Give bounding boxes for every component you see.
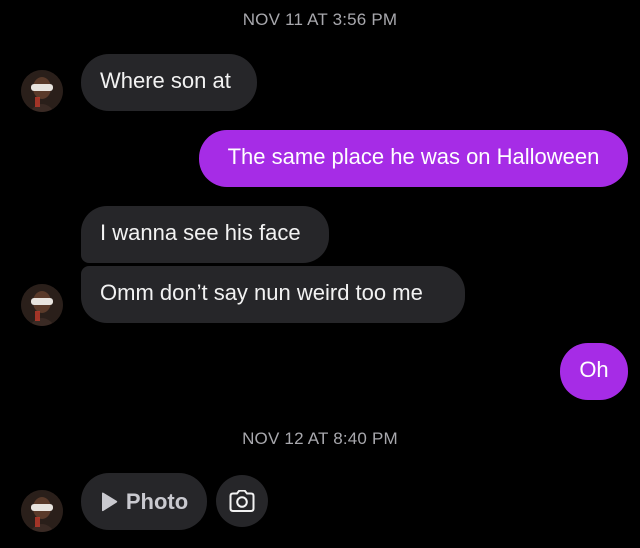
outgoing-message-1[interactable]: The same place he was on Halloween: [199, 130, 628, 187]
contact-avatar[interactable]: [21, 70, 63, 112]
outgoing-message-2[interactable]: Oh: [560, 343, 628, 400]
incoming-message-3[interactable]: Omm don’t say nun weird too me: [81, 266, 465, 323]
contact-avatar[interactable]: [21, 490, 63, 532]
incoming-message-2[interactable]: I wanna see his face: [81, 206, 329, 263]
contact-avatar[interactable]: [21, 284, 63, 326]
avatar-photo: [21, 70, 63, 112]
avatar-photo: [21, 284, 63, 326]
photo-attachment-button[interactable]: Photo: [81, 473, 207, 530]
avatar-photo: [21, 490, 63, 532]
photo-attachment-label: Photo: [125, 488, 189, 514]
camera-icon: [229, 490, 255, 512]
camera-button[interactable]: [216, 475, 268, 527]
timestamp-nov-12: NOV 12 AT 8:40 PM: [242, 429, 398, 448]
timestamp-nov-11: NOV 11 AT 3:56 PM: [242, 10, 398, 29]
play-icon: [101, 492, 118, 511]
incoming-message-1[interactable]: Where son at: [81, 54, 257, 111]
